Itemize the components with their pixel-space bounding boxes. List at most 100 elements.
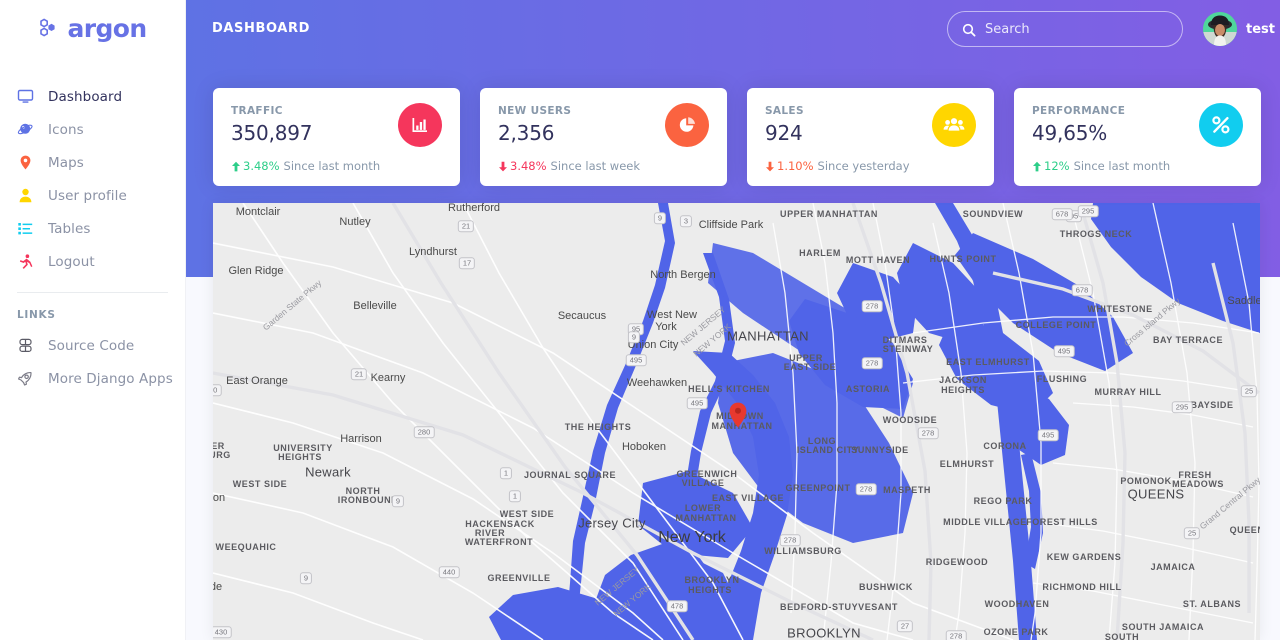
stat-note: Since last week — [550, 159, 640, 173]
highway-shield: 278 — [917, 427, 939, 439]
highway-shield: 278 — [861, 300, 883, 312]
user-name: test — [1246, 21, 1275, 37]
stat-note: Since last month — [1073, 159, 1171, 173]
highway-shield: 278 — [779, 534, 801, 546]
highway-shield: 678 — [1071, 284, 1093, 296]
highway-shield: 9 — [391, 495, 405, 507]
stat-delta-value: 12% — [1044, 159, 1070, 173]
stat-delta: 1.10% — [765, 159, 814, 173]
user-menu[interactable]: test — [1203, 12, 1275, 46]
stat-delta-value: 1.10% — [777, 159, 814, 173]
dashboard-app: argon Dashboard Icons Maps User profile … — [0, 0, 1280, 640]
running-person-icon — [17, 253, 34, 270]
highway-shield: 25 — [1183, 527, 1201, 539]
monitor-icon — [17, 88, 34, 105]
stat-card-performance: PERFORMANCE 49,65% 12% Since last month — [1014, 88, 1261, 186]
sidebar-item-icons[interactable]: Icons — [0, 113, 185, 146]
stat-footer: 1.10% Since yesterday — [765, 159, 910, 173]
stat-delta: 3.48% — [231, 159, 280, 173]
highway-shield: 678 — [1051, 208, 1073, 220]
sidebar-nav: Dashboard Icons Maps User profile Tables… — [0, 80, 185, 278]
search-icon — [962, 22, 976, 37]
sidebar-item-label: Maps — [48, 154, 84, 171]
highway-shield: 280 — [413, 426, 435, 438]
highway-shield: 3 — [679, 215, 693, 227]
highway-shield: 9 — [653, 212, 667, 224]
spaceship-icon — [17, 370, 34, 387]
stat-delta-value: 3.48% — [243, 159, 280, 173]
stat-footer: 3.48% Since last week — [498, 159, 640, 173]
sidebar-item-label: Dashboard — [48, 88, 123, 105]
collection-icon — [17, 337, 34, 354]
stat-note: Since yesterday — [817, 159, 910, 173]
highway-shield: 495 — [1037, 429, 1059, 441]
highway-shield: 278 — [855, 483, 877, 495]
map-widget[interactable]: Montclair Nutley Rutherford Cliffside Park U… — [213, 203, 1260, 640]
stat-card-traffic: TRAFFIC 350,897 3.48% Since last month — [213, 88, 460, 186]
bar-chart-icon — [398, 103, 442, 147]
highway-shield: 440 — [438, 566, 460, 578]
highway-shield: 17 — [458, 257, 476, 269]
brand-logo[interactable]: argon — [0, 2, 185, 54]
sidebar-item-user-profile[interactable]: User profile — [0, 179, 185, 212]
stat-footer: 12% Since last month — [1032, 159, 1170, 173]
sidebar-link-label: Source Code — [48, 337, 135, 354]
pie-chart-icon — [665, 103, 709, 147]
stat-cards: TRAFFIC 350,897 3.48% Since last month N… — [213, 88, 1261, 186]
sidebar-link-label: More Django Apps — [48, 370, 173, 387]
map-marker-icon[interactable] — [729, 402, 747, 428]
sidebar-link-more-django-apps[interactable]: More Django Apps — [0, 362, 185, 395]
highway-shield: 1 — [499, 467, 513, 479]
sidebar-item-label: Icons — [48, 121, 84, 138]
arrow-down-icon — [499, 161, 507, 171]
highway-shield: 21 — [457, 220, 475, 232]
stat-delta: 3.48% — [498, 159, 547, 173]
sidebar-item-maps[interactable]: Maps — [0, 146, 185, 179]
percent-icon — [1199, 103, 1243, 147]
arrow-up-icon — [232, 161, 240, 171]
stat-note: Since last month — [283, 159, 381, 173]
bullet-list-icon — [17, 220, 34, 237]
sidebar-item-logout[interactable]: Logout — [0, 245, 185, 278]
stat-card-new-users: NEW USERS 2,356 3.48% Since last week — [480, 88, 727, 186]
highway-shield: 495 — [625, 354, 647, 366]
highway-shield: 278 — [945, 630, 967, 640]
stat-card-sales: SALES 924 1.10% Since yesterday — [747, 88, 994, 186]
sidebar-item-label: Tables — [48, 220, 91, 237]
user-icon — [17, 187, 34, 204]
map-pin-icon — [17, 154, 34, 171]
highway-shield: 9 — [627, 331, 641, 343]
highway-shield: 27 — [896, 620, 914, 632]
sidebar-item-tables[interactable]: Tables — [0, 212, 185, 245]
sidebar-item-label: Logout — [48, 253, 95, 270]
highway-shield: 478 — [666, 600, 688, 612]
search-input[interactable] — [985, 21, 1168, 37]
stat-footer: 3.48% Since last month — [231, 159, 380, 173]
page-title: DASHBOARD — [212, 21, 310, 36]
highway-shield: 430 — [213, 626, 232, 638]
arrow-down-icon — [766, 161, 774, 171]
argon-hex-icon — [38, 16, 60, 40]
highway-shield: 1 — [508, 490, 522, 502]
planet-icon — [17, 121, 34, 138]
arrow-up-icon — [1033, 161, 1041, 171]
highway-shield: 25 — [1240, 385, 1258, 397]
highway-shield: 295 — [1171, 401, 1193, 413]
search-box[interactable] — [947, 11, 1183, 47]
sidebar: argon Dashboard Icons Maps User profile … — [0, 0, 186, 640]
sidebar-item-dashboard[interactable]: Dashboard — [0, 80, 185, 113]
highway-shield: 495 — [1053, 345, 1075, 357]
highway-shield: 278 — [861, 357, 883, 369]
stat-delta-value: 3.48% — [510, 159, 547, 173]
sidebar-item-label: User profile — [48, 187, 127, 204]
highway-shield: 295 — [1077, 205, 1099, 217]
highway-shield: 280 — [213, 384, 222, 396]
users-icon — [932, 103, 976, 147]
sidebar-links-title: LINKS — [17, 309, 56, 321]
highway-shield: 9 — [299, 572, 313, 584]
brand-name: argon — [67, 13, 147, 43]
highway-shield: 495 — [686, 397, 708, 409]
stat-delta: 12% — [1032, 159, 1070, 173]
avatar — [1203, 12, 1237, 46]
sidebar-link-source-code[interactable]: Source Code — [0, 329, 185, 362]
